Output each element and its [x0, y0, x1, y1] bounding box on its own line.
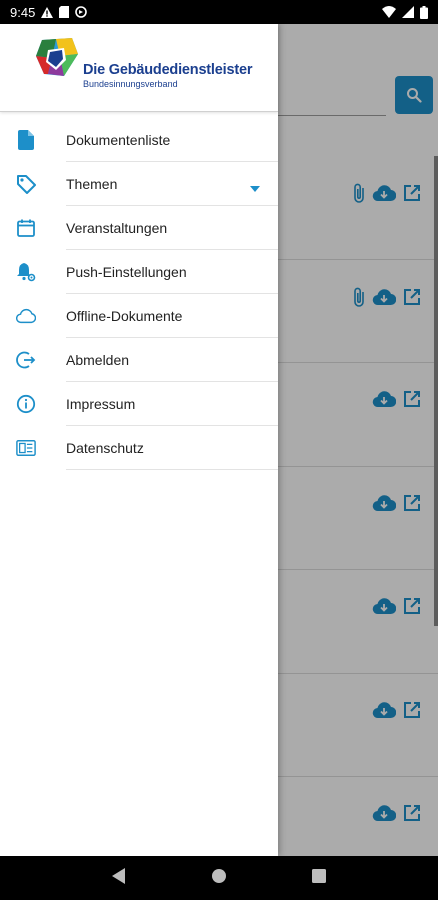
brand-logo-icon [34, 36, 80, 83]
brand: Die Gebäudedienstleister Bundesinnungsve… [83, 62, 252, 89]
menu-item-abmelden[interactable]: Abmelden [0, 338, 278, 382]
privacy-icon [16, 438, 36, 458]
drawer-menu: Dokumentenliste Themen Veranstaltungen P… [0, 118, 278, 470]
data-saver-icon [75, 6, 88, 18]
menu-item-offline-dokumente[interactable]: Offline-Dokumente [0, 294, 278, 338]
menu-item-label: Impressum [66, 396, 136, 412]
menu-item-label: Push-Einstellungen [66, 264, 187, 280]
menu-item-veranstaltungen[interactable]: Veranstaltungen [0, 206, 278, 250]
menu-item-datenschutz[interactable]: Datenschutz [0, 426, 278, 470]
signal-icon [402, 6, 414, 18]
status-time: 9:45 [10, 4, 36, 20]
wifi-icon [382, 6, 396, 18]
menu-item-dokumentenliste[interactable]: Dokumentenliste [0, 118, 278, 162]
navigation-drawer: Die Gebäudedienstleister Bundesinnungsve… [0, 24, 278, 856]
chevron-down-icon[interactable] [250, 179, 260, 197]
calendar-icon [16, 218, 36, 238]
back-icon [112, 867, 126, 884]
logout-icon [16, 350, 36, 370]
menu-item-label: Dokumentenliste [66, 132, 171, 148]
menu-item-label: Abmelden [66, 352, 130, 368]
recents-icon [311, 868, 326, 883]
brand-subtitle: Bundesinnungsverband [83, 79, 178, 89]
alert-icon [41, 6, 54, 18]
back-button[interactable] [112, 867, 126, 889]
info-icon [16, 394, 36, 414]
brand-name: Die Gebäudedienstleister [83, 62, 253, 78]
menu-item-push-einstellungen[interactable]: Push-Einstellungen [0, 250, 278, 294]
sd-card-icon [59, 6, 70, 18]
system-nav-bar [0, 856, 438, 900]
home-icon [211, 868, 226, 883]
home-button[interactable] [211, 868, 227, 889]
status-bar: 9:45 [0, 0, 438, 24]
menu-item-impressum[interactable]: Impressum [0, 382, 278, 426]
battery-icon [420, 5, 428, 19]
bell-settings-icon [16, 262, 36, 282]
cloud-icon [16, 306, 36, 326]
menu-item-label: Veranstaltungen [66, 220, 168, 236]
document-icon [16, 130, 36, 150]
tag-icon [16, 174, 36, 194]
divider [66, 469, 278, 470]
menu-item-label: Datenschutz [66, 440, 144, 456]
menu-item-themen[interactable]: Themen [0, 162, 278, 206]
menu-item-label: Offline-Dokumente [66, 308, 183, 324]
drawer-header: Die Gebäudedienstleister Bundesinnungsve… [0, 24, 278, 112]
menu-item-label: Themen [66, 176, 118, 192]
recents-button[interactable] [311, 868, 326, 888]
